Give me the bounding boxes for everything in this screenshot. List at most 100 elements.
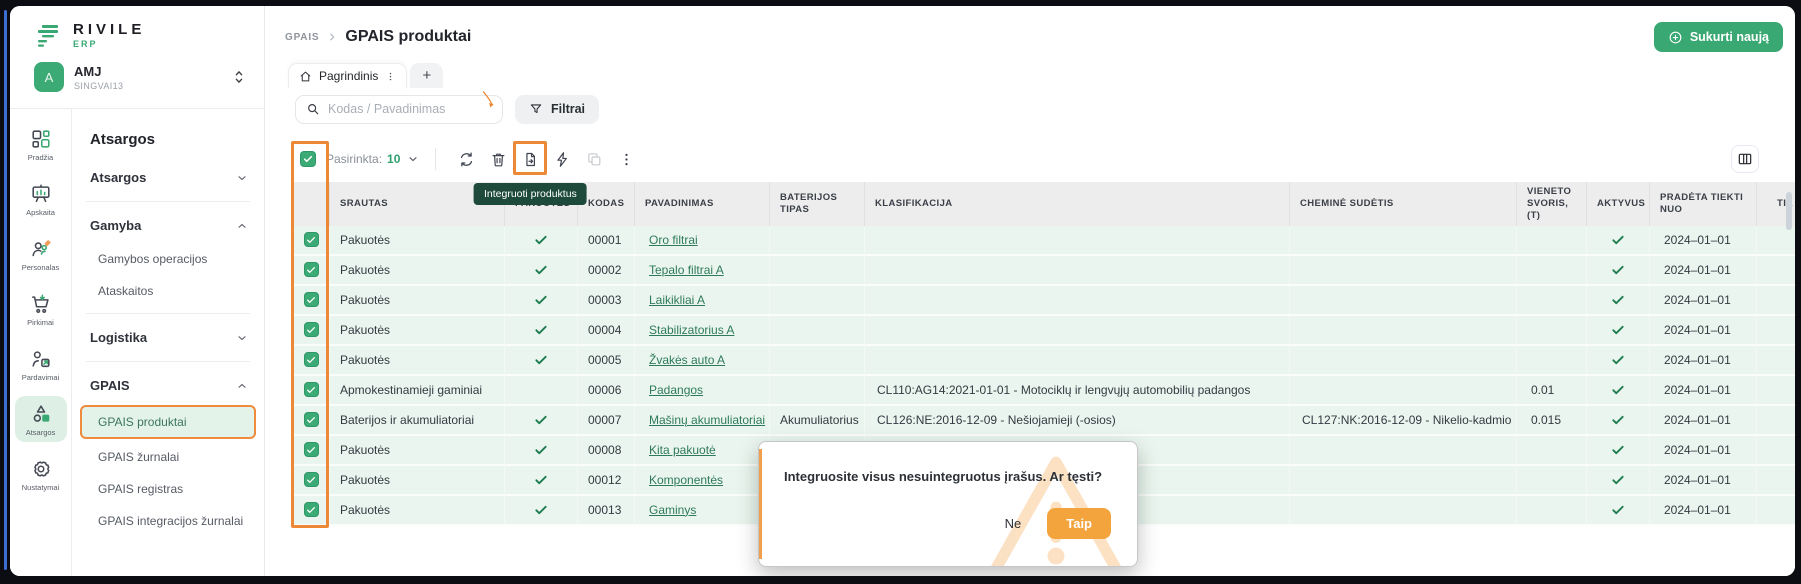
cell-pakuotes: [505, 346, 578, 376]
row-checkbox[interactable]: [304, 382, 319, 397]
cell-pakuotes: [505, 226, 578, 256]
sidebar-item-gpais-produktai[interactable]: GPAIS produktai: [80, 405, 256, 439]
product-link[interactable]: Tepalo filtrai A: [649, 263, 724, 277]
cell-pakuotes: [505, 466, 578, 496]
grid-toolbar: Pasirinkta: 10 Integruoti produktus: [265, 143, 1795, 175]
cell-vieneto-svoris: [1517, 256, 1587, 286]
rail-item-label: Personalas: [22, 263, 60, 272]
cell-aktyvus: [1587, 406, 1650, 436]
cell-klasifikacija: CL110:AG14:2021-01-01 - Motociklų ir len…: [865, 376, 1290, 406]
row-checkbox[interactable]: [304, 262, 319, 277]
cell-select: [293, 466, 330, 496]
cell-pakuotes: [505, 436, 578, 466]
product-link[interactable]: Komponentės: [649, 473, 723, 487]
row-checkbox[interactable]: [304, 352, 319, 367]
delete-button[interactable]: [486, 147, 510, 171]
create-new-button[interactable]: Sukurti naują: [1654, 22, 1783, 52]
sidebar-item-ataskaitos[interactable]: Ataskaitos: [72, 275, 264, 307]
row-checkbox[interactable]: [304, 472, 319, 487]
filters-button[interactable]: Filtrai: [515, 95, 599, 124]
product-link[interactable]: Gaminys: [649, 503, 696, 517]
cell-aktyvus: [1587, 436, 1650, 466]
product-link[interactable]: Laikikliai A: [649, 293, 705, 307]
product-link[interactable]: Oro filtrai: [649, 233, 698, 247]
cell-pradeta-tiekti-nuo: 2024–01–01: [1650, 286, 1757, 316]
cell-pavadinimas: Padangos: [635, 376, 770, 406]
rail-item-pradzia[interactable]: Pradžia: [15, 121, 67, 167]
sidebar-item-gamybos-operacijos[interactable]: Gamybos operacijos: [72, 243, 264, 275]
row-checkbox[interactable]: [304, 442, 319, 457]
vertical-scrollbar[interactable]: [1786, 192, 1792, 230]
more-actions-button[interactable]: [614, 147, 638, 171]
sidebar-group-gpais[interactable]: GPAIS: [72, 368, 264, 403]
product-link[interactable]: Padangos: [649, 383, 703, 397]
select-all-checkbox[interactable]: [300, 151, 316, 167]
selected-count-dropdown[interactable]: Pasirinkta: 10: [326, 152, 419, 166]
cell-chemine-sudetis: [1290, 466, 1517, 496]
toolbar-divider: [435, 148, 436, 170]
rail-item-pirkimai[interactable]: Pirkimai: [15, 286, 67, 332]
chevron-right-icon: [327, 32, 337, 42]
cell-pavadinimas: Oro filtrai: [635, 226, 770, 256]
user-switcher[interactable]: A AMJ SINGVAI13: [34, 62, 246, 92]
cell-pavadinimas: Komponentės: [635, 466, 770, 496]
breadcrumb-root[interactable]: GPAIS: [285, 32, 319, 43]
product-link[interactable]: Kita pakuotė: [649, 443, 716, 457]
cell-pradeta-tiekti-nuo: 2024–01–01: [1650, 316, 1757, 346]
row-checkbox[interactable]: [304, 322, 319, 337]
user-name: AMJ: [74, 64, 222, 79]
row-checkbox[interactable]: [304, 502, 319, 517]
cell-select: [293, 226, 330, 256]
app-logo[interactable]: RIVILE ERP: [26, 20, 248, 50]
cell-pavadinimas: Žvakės auto A: [635, 346, 770, 376]
cell-pakuotes: [505, 256, 578, 286]
table-row: Pakuotės00004Stabilizatorius A2024–01–01: [293, 316, 1795, 346]
cell-tiekejas: [1757, 346, 1795, 376]
sidebar-group-logistika[interactable]: Logistika: [72, 320, 264, 355]
cell-baterijos-tipas: [770, 256, 865, 286]
sidebar-item-gpais-urnalai[interactable]: GPAIS žurnalai: [72, 441, 264, 473]
row-checkbox[interactable]: [304, 412, 319, 427]
refresh-button[interactable]: [454, 147, 478, 171]
add-tab-button[interactable]: +: [410, 63, 443, 88]
dialog-yes-button[interactable]: Taip: [1047, 508, 1111, 539]
cell-srautas: Pakuotės: [330, 226, 505, 256]
dialog-no-button[interactable]: Ne: [1005, 516, 1022, 531]
cell-klasifikacija: CL126:NE:2016-12-09 - Nešiojamieji (-osi…: [865, 406, 1290, 436]
product-link[interactable]: Žvakės auto A: [649, 353, 725, 367]
sidebar-group-atsargos[interactable]: Atsargos: [72, 160, 264, 195]
product-link[interactable]: Mašinų akumuliatoriai: [649, 413, 765, 427]
cell-chemine-sudetis: [1290, 376, 1517, 406]
cell-pradeta-tiekti-nuo: 2024–01–01: [1650, 406, 1757, 436]
cell-aktyvus: [1587, 496, 1650, 526]
cell-pakuotes: [505, 496, 578, 526]
cell-srautas: Pakuotės: [330, 466, 505, 496]
chevron-down-icon: [236, 332, 248, 344]
copy-button[interactable]: [582, 147, 606, 171]
cell-kodas: 00003: [578, 286, 635, 316]
quick-actions-button[interactable]: [550, 147, 574, 171]
cell-klasifikacija: [865, 286, 1290, 316]
sidebar-item-gpais-integracijos-urnalai[interactable]: GPAIS integracijos žurnalai: [72, 505, 264, 537]
rail-item-atsargos[interactable]: Atsargos: [15, 396, 67, 442]
sidebar-item-gpais-registras[interactable]: GPAIS registras: [72, 473, 264, 505]
rail-item-pardavimai[interactable]: Pardavimai: [15, 341, 67, 387]
group-label: Atsargos: [90, 170, 146, 185]
product-link[interactable]: Stabilizatorius A: [649, 323, 734, 337]
sidebar-group-gamyba[interactable]: Gamyba: [72, 208, 264, 243]
rail-item-personalas[interactable]: Personalas: [15, 231, 67, 277]
column-settings-button[interactable]: [1731, 145, 1759, 173]
kebab-menu-icon[interactable]: [385, 70, 396, 83]
rail-item-apskaita[interactable]: Apskaita: [15, 176, 67, 222]
cell-klasifikacija: [865, 226, 1290, 256]
rail-item-nustatymai[interactable]: Nustatymai: [15, 451, 67, 497]
search-input[interactable]: [328, 102, 492, 116]
cell-tiekejas: [1757, 226, 1795, 256]
row-checkbox[interactable]: [304, 232, 319, 247]
integrate-products-button[interactable]: Integruoti produktus: [518, 147, 542, 171]
row-checkbox[interactable]: [304, 292, 319, 307]
tab-pagrindinis[interactable]: Pagrindinis: [288, 63, 407, 88]
cell-vieneto-svoris: [1517, 466, 1587, 496]
cell-pradeta-tiekti-nuo: 2024–01–01: [1650, 376, 1757, 406]
chevron-updown-icon[interactable]: [232, 69, 246, 85]
